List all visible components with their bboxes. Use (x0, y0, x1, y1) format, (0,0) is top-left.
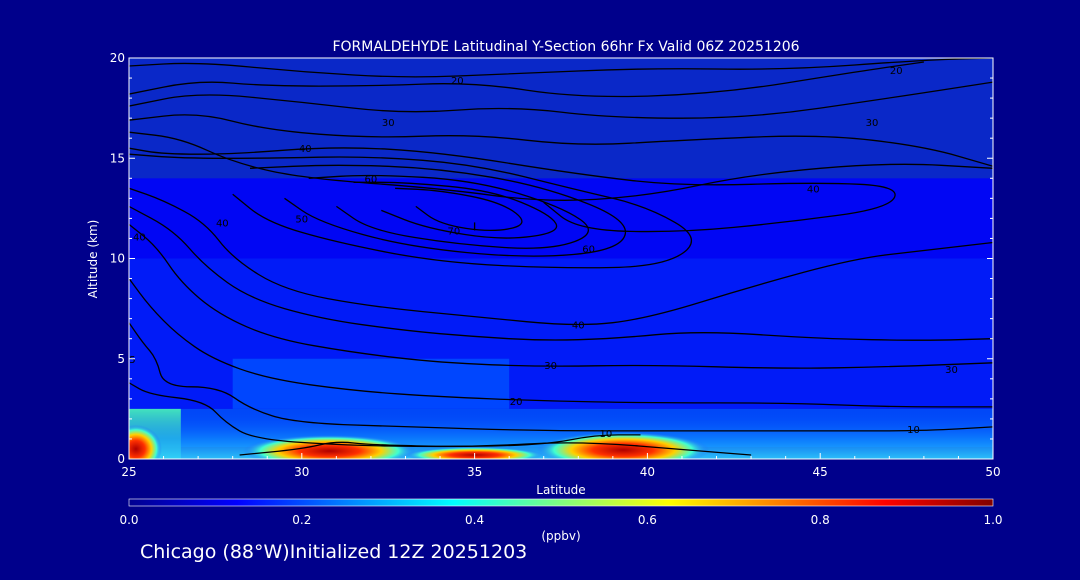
plot-area: 20 20 30 30 40 40 60 70 50 60 40 40 40 30 30 20 10 10 5 (129, 58, 993, 459)
field-band-3 (232, 358, 510, 409)
x-tick-label-3: 40 (640, 465, 655, 479)
x-tick-label-1: 30 (294, 465, 309, 479)
contour-label-7: 70 (447, 226, 460, 237)
y-tick-label-1: 5 (117, 352, 125, 366)
colorbar-tick-label-2: 0.4 (465, 513, 484, 527)
contour-label-10: 40 (216, 218, 229, 229)
y-tick-label-4: 20 (110, 51, 125, 65)
chart-title: FORMALDEHYDE Latitudinal Y-Section 66hr … (332, 39, 799, 55)
contour-label-5: 40 (807, 184, 820, 195)
contour-label-11: 40 (133, 232, 146, 243)
field-band-2 (129, 178, 993, 259)
colorbar-tick-label-0: 0.0 (119, 513, 138, 527)
colorbar-label: (ppbv) (541, 529, 580, 543)
y-tick-label-2: 10 (110, 252, 125, 266)
contour-label-3: 30 (866, 118, 879, 129)
colorbar-gradient (128, 498, 994, 507)
colorbar-ticks: 0.0 0.2 0.4 0.6 0.8 1.0 (119, 513, 1002, 527)
colorbar-tick-label-1: 0.2 (292, 513, 311, 527)
contour-label-2: 30 (382, 118, 395, 129)
contour-label-18: 5 (129, 355, 135, 366)
contour-label-8: 50 (295, 214, 308, 225)
colorbar-tick-label-4: 0.8 (811, 513, 830, 527)
y-tick-label-0: 0 (117, 452, 125, 466)
contour-label-15: 20 (510, 397, 523, 408)
footer-caption: Chicago (88°W)Initialized 12Z 20251203 (140, 541, 528, 563)
colorbar-tick-label-5: 1.0 (983, 513, 1002, 527)
chart-svg: FORMALDEHYDE Latitudinal Y-Section 66hr … (86, 39, 1003, 543)
colorbar: 0.0 0.2 0.4 0.6 0.8 1.0 (ppbv) (119, 498, 1003, 543)
x-axis-label: Latitude (536, 483, 585, 497)
x-tick-label-5: 50 (985, 465, 1000, 479)
colorbar-tick-label-3: 0.6 (638, 513, 657, 527)
y-tick-label-3: 15 (110, 151, 125, 165)
contour-label-9: 60 (582, 244, 595, 255)
contour-label-12: 40 (572, 321, 585, 332)
x-tick-label-4: 45 (813, 465, 828, 479)
contour-label-14: 30 (945, 365, 958, 376)
contour-label-0: 20 (451, 76, 464, 87)
contour-label-6: 60 (365, 174, 378, 185)
contour-label-13: 30 (544, 361, 557, 372)
x-tick-label-0: 25 (121, 465, 136, 479)
contour-label-16: 10 (600, 429, 613, 440)
y-axis-label: Altitude (km) (86, 220, 100, 299)
chart-figure: FORMALDEHYDE Latitudinal Y-Section 66hr … (0, 0, 1080, 576)
contour-label-4: 40 (299, 144, 312, 155)
concentration-field (129, 178, 993, 459)
contour-label-17: 10 (907, 425, 920, 436)
contour-label-1: 20 (890, 66, 903, 77)
x-tick-label-2: 35 (467, 465, 482, 479)
